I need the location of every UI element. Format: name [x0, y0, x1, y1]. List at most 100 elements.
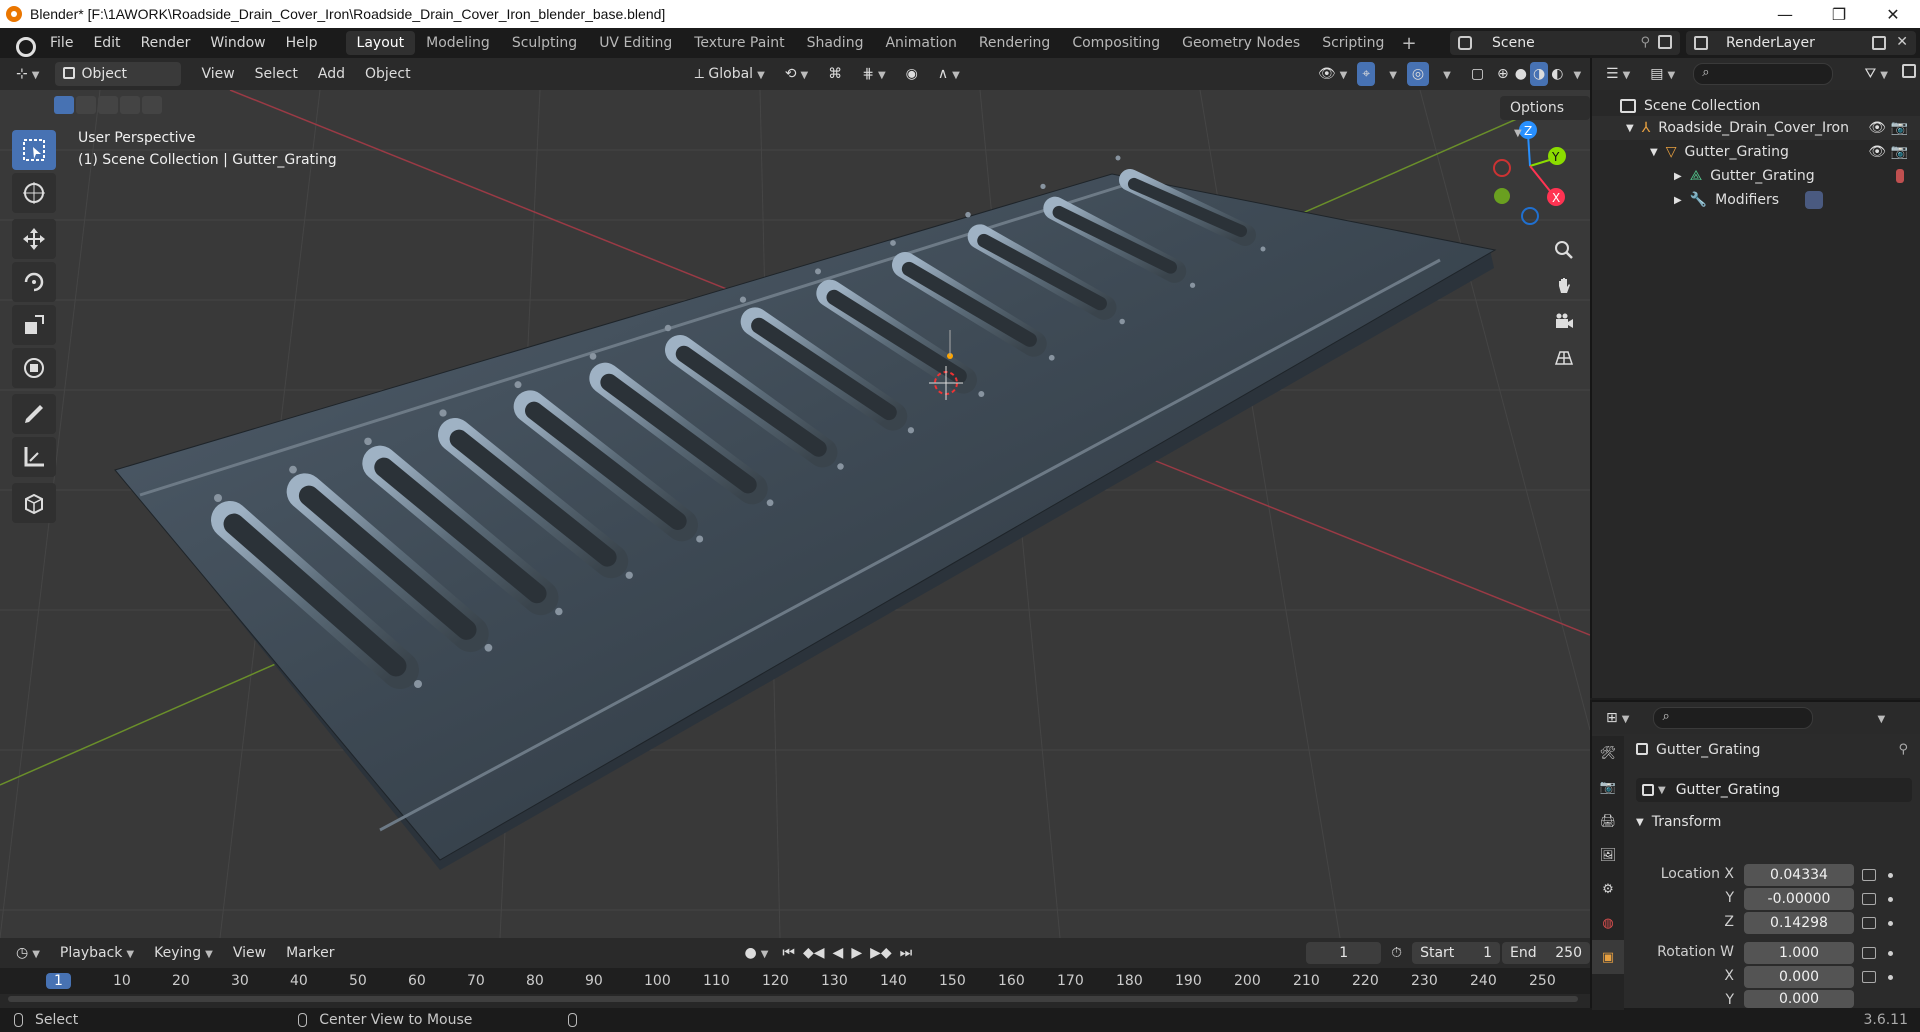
add-workspace-button[interactable]: +	[1395, 33, 1422, 54]
menu-render[interactable]: Render	[131, 31, 201, 55]
end-frame-field[interactable]: End 250	[1502, 942, 1590, 964]
timeline-editor-type-icon[interactable]: ◷ ▼	[6, 941, 50, 965]
jump-end-icon[interactable]: ⏭	[896, 941, 917, 965]
zoom-icon[interactable]	[1548, 234, 1580, 266]
xray-icon[interactable]: ▢	[1461, 62, 1494, 86]
keyframe-dot-icon[interactable]	[1888, 975, 1893, 980]
tab-scripting[interactable]: Scripting	[1311, 31, 1395, 55]
gizmo-x-label[interactable]: X	[1552, 191, 1560, 205]
tab-layout[interactable]: Layout	[345, 31, 416, 55]
timeline-scrollbar[interactable]	[8, 996, 1578, 1002]
menu-help[interactable]: Help	[276, 31, 328, 55]
blender-menu-icon[interactable]	[12, 32, 36, 57]
menu-playback[interactable]: Playback ▼	[50, 941, 144, 965]
jump-start-icon[interactable]: ⏮	[778, 941, 799, 965]
render-layer-selector[interactable]: RenderLayer ✕	[1686, 31, 1916, 55]
menu-view[interactable]: View	[191, 62, 244, 86]
material-shading-icon[interactable]: ◑	[1530, 62, 1549, 86]
keyframe-dot-icon[interactable]	[1888, 921, 1893, 926]
expand-arrow-icon[interactable]: ▼	[1626, 123, 1634, 134]
rotation-w-field[interactable]: 1.000	[1744, 942, 1854, 964]
location-y-field[interactable]: -0.00000	[1744, 888, 1854, 910]
select-invert-icon[interactable]	[120, 96, 140, 114]
falloff-icon[interactable]: ∧ ▼	[928, 62, 970, 86]
rotation-x-field[interactable]: 0.000	[1744, 966, 1854, 988]
move-tool[interactable]	[12, 219, 56, 259]
object-data-field[interactable]: ▼ Gutter_Grating	[1636, 778, 1912, 802]
outliner-scene-collection[interactable]: Scene Collection	[1592, 94, 1920, 118]
material-icon[interactable]	[1896, 169, 1904, 183]
annotate-tool[interactable]	[12, 394, 56, 434]
tab-texture-paint[interactable]: Texture Paint	[683, 31, 795, 55]
select-extend-icon[interactable]	[76, 96, 96, 114]
wireframe-shading-icon[interactable]: ⊕	[1494, 62, 1512, 86]
gizmo-y-label[interactable]: Y	[1551, 150, 1560, 164]
new-layer-icon[interactable]	[1872, 36, 1886, 50]
lock-icon[interactable]	[1862, 869, 1876, 881]
play-reverse-icon[interactable]: ◀	[829, 941, 848, 965]
close-button[interactable]: ✕	[1866, 0, 1920, 28]
navigation-gizmo[interactable]: Z Y X	[1493, 121, 1566, 225]
rotate-tool[interactable]	[12, 262, 56, 302]
add-cube-tool[interactable]	[12, 483, 56, 523]
overlay-dropdown-icon[interactable]: ▼	[1429, 62, 1461, 86]
properties-editor-type-icon[interactable]: ⊞ ▼	[1596, 706, 1639, 730]
properties-options-icon[interactable]: ▼	[1863, 706, 1895, 730]
gizmo-toggle-icon[interactable]: ⌖	[1357, 62, 1376, 86]
play-icon[interactable]: ▶	[847, 941, 866, 965]
gizmo-z-label[interactable]: Z	[1524, 124, 1532, 138]
editor-type-icon[interactable]: ⊹ ▼	[6, 62, 49, 86]
tab-geometry-nodes[interactable]: Geometry Nodes	[1171, 31, 1311, 55]
eye-icon[interactable]: 👁	[1868, 144, 1886, 160]
tab-sculpting[interactable]: Sculpting	[501, 31, 588, 55]
keyframe-dot-icon[interactable]	[1888, 873, 1893, 878]
pivot-point-icon[interactable]: ⟲ ▼	[775, 62, 818, 86]
prev-keyframe-icon[interactable]: ◆◀	[799, 941, 829, 965]
render-camera-icon[interactable]: 📷	[1891, 120, 1908, 136]
eye-icon[interactable]: 👁	[1868, 120, 1886, 136]
expand-arrow-icon[interactable]: ▼	[1650, 147, 1658, 158]
tool-tab-icon[interactable]: 🛠	[1592, 736, 1624, 770]
menu-object[interactable]: Object	[355, 62, 421, 86]
menu-add[interactable]: Add	[308, 62, 355, 86]
overlay-toggle-icon[interactable]: ◎	[1406, 62, 1430, 86]
new-collection-icon[interactable]	[1898, 62, 1920, 86]
new-scene-icon[interactable]	[1658, 35, 1672, 49]
location-z-field[interactable]: 0.14298	[1744, 912, 1854, 934]
lock-icon[interactable]	[1862, 947, 1876, 959]
current-frame-marker[interactable]: 1	[46, 973, 71, 989]
lock-icon[interactable]	[1862, 971, 1876, 983]
proportional-edit-icon[interactable]: ◉	[896, 62, 928, 86]
pin-icon[interactable]: ⚲	[1898, 742, 1908, 757]
display-mode-icon[interactable]: ▤ ▼	[1640, 62, 1685, 86]
transform-orientation-dropdown[interactable]: ⟂ Global ▼	[685, 62, 775, 86]
transform-tool[interactable]	[12, 348, 56, 388]
collapse-arrow-icon[interactable]: ▶	[1674, 195, 1682, 206]
rotation-y-field[interactable]: 0.000	[1744, 990, 1854, 1008]
current-frame-field[interactable]: 1	[1306, 942, 1382, 964]
modifier-toggle-icon[interactable]	[1805, 191, 1824, 209]
transform-panel-header[interactable]: ▼ Transform	[1636, 808, 1916, 836]
3d-viewport[interactable]: Z Y X User Perspective (1) Scene Collect…	[0, 90, 1590, 938]
outliner-row-mesh-data[interactable]: ▶ ⟁ Gutter_Grating	[1592, 164, 1920, 188]
select-box-tool[interactable]	[12, 130, 56, 170]
menu-file[interactable]: File	[40, 31, 83, 55]
measure-tool[interactable]	[12, 437, 56, 477]
tab-rendering[interactable]: Rendering	[968, 31, 1062, 55]
menu-marker[interactable]: Marker	[276, 941, 344, 965]
start-frame-field[interactable]: Start 1	[1412, 942, 1501, 964]
properties-search-input[interactable]: ⌕	[1653, 707, 1814, 729]
options-dropdown[interactable]: Options ▼	[1500, 96, 1590, 139]
select-new-icon[interactable]	[54, 96, 74, 114]
ortho-grid-icon[interactable]	[1548, 342, 1580, 374]
lock-icon[interactable]	[1862, 893, 1876, 905]
keyframe-dot-icon[interactable]	[1888, 897, 1893, 902]
remove-layer-icon[interactable]: ✕	[1896, 34, 1908, 50]
preview-range-icon[interactable]: ⏱	[1381, 941, 1412, 965]
collapse-arrow-icon[interactable]: ▶	[1674, 171, 1682, 182]
keyframe-dot-icon[interactable]	[1888, 951, 1893, 956]
rendered-shading-icon[interactable]: ◐	[1548, 62, 1566, 86]
solid-shading-icon[interactable]: ●	[1512, 62, 1530, 86]
visibility-icon[interactable]: 👁 ▼	[1308, 62, 1357, 86]
tab-animation[interactable]: Animation	[874, 31, 967, 55]
